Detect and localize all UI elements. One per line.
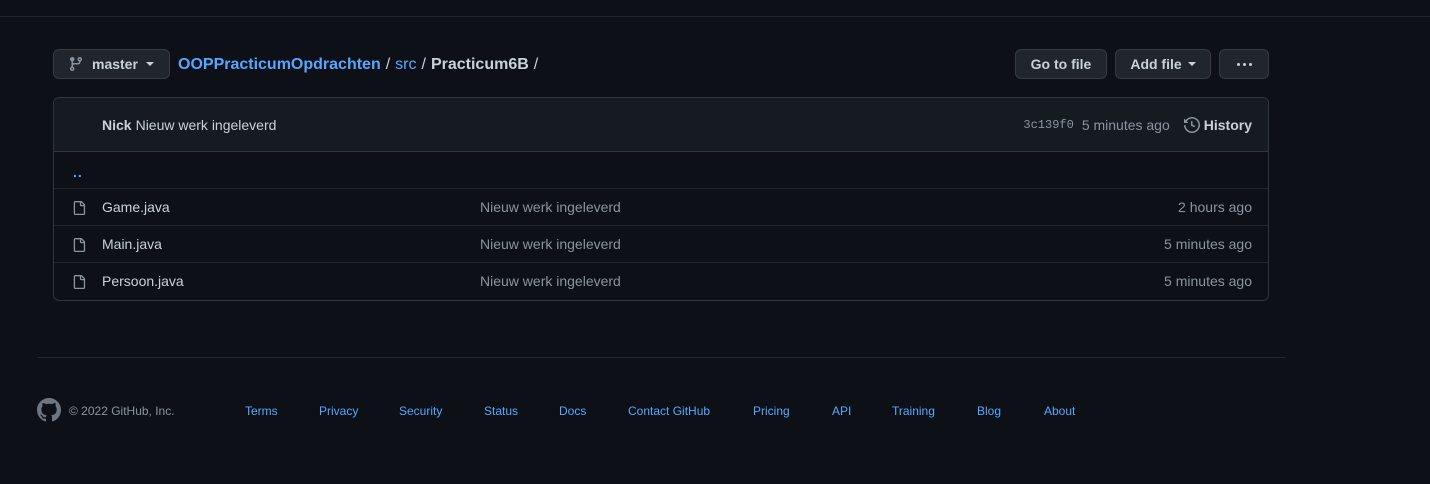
- breadcrumb-current-folder: Practicum6B: [430, 56, 529, 73]
- file-icon: [73, 275, 86, 289]
- file-name[interactable]: Persoon.java: [102, 273, 184, 289]
- footer-link-blog[interactable]: Blog: [977, 404, 1001, 418]
- file-age: 2 hours ago: [1178, 199, 1252, 215]
- table-row[interactable]: Persoon.java Nieuw werk ingeleverd 5 min…: [54, 262, 1268, 299]
- file-age: 5 minutes ago: [1164, 236, 1252, 252]
- footer-link-contact-github[interactable]: Contact GitHub: [628, 404, 710, 418]
- file-navigation: master OOPPracticumOpdrachten / src / Pr…: [53, 49, 1269, 81]
- branch-select-button[interactable]: master: [53, 49, 170, 79]
- file-name[interactable]: Main.java: [102, 236, 162, 252]
- file-icon: [73, 238, 86, 252]
- file-name[interactable]: Game.java: [102, 199, 170, 215]
- footer-link-training[interactable]: Training: [892, 404, 935, 418]
- table-row[interactable]: Main.java Nieuw werk ingeleverd 5 minute…: [54, 225, 1268, 262]
- github-logo-icon[interactable]: [37, 398, 61, 422]
- branch-label: master: [92, 56, 138, 72]
- history-link[interactable]: History: [1183, 117, 1252, 133]
- copyright-text: © 2022 GitHub, Inc.: [69, 404, 175, 418]
- file-commit-message[interactable]: Nieuw werk ingeleverd: [480, 236, 621, 252]
- history-label: History: [1203, 117, 1252, 133]
- chevron-down-icon: [1187, 62, 1196, 66]
- kebab-horizontal-icon: [1236, 62, 1252, 66]
- header-divider: [0, 16, 1430, 17]
- breadcrumb-repo-link[interactable]: OOPPracticumOpdrachten: [178, 56, 381, 74]
- breadcrumb-src-link[interactable]: src: [395, 56, 416, 74]
- history-icon: [1183, 117, 1200, 133]
- go-to-file-button[interactable]: Go to file: [1015, 49, 1107, 79]
- commit-time: 5 minutes ago: [1081, 117, 1170, 133]
- footer-link-privacy[interactable]: Privacy: [319, 404, 358, 418]
- breadcrumb: OOPPracticumOpdrachten / src / Practicum…: [178, 49, 543, 81]
- go-to-file-label: Go to file: [1030, 56, 1092, 72]
- file-commit-message[interactable]: Nieuw werk ingeleverd: [480, 273, 621, 289]
- chevron-down-icon: [145, 62, 154, 66]
- commit-summary: Nick Nieuw werk ingeleverd: [102, 98, 276, 152]
- table-row[interactable]: Game.java Nieuw werk ingeleverd 2 hours …: [54, 188, 1268, 225]
- footer-link-docs[interactable]: Docs: [559, 404, 586, 418]
- file-icon: [73, 201, 86, 215]
- footer-link-api[interactable]: API: [832, 404, 851, 418]
- breadcrumb-separator: /: [385, 56, 391, 73]
- footer-divider: [37, 357, 1285, 358]
- parent-directory-link[interactable]: ..: [73, 164, 83, 180]
- footer-link-pricing[interactable]: Pricing: [753, 404, 790, 418]
- more-options-button[interactable]: [1219, 49, 1269, 79]
- file-browser: Nick Nieuw werk ingeleverd 3c139f0 5 min…: [53, 97, 1269, 301]
- commit-meta: 3c139f0 5 minutes ago History: [1023, 98, 1252, 152]
- site-footer: © 2022 GitHub, Inc. Terms Privacy Securi…: [37, 398, 1285, 424]
- commit-message[interactable]: Nieuw werk ingeleverd: [136, 117, 277, 133]
- file-age: 5 minutes ago: [1164, 273, 1252, 289]
- parent-directory-row[interactable]: ..: [54, 152, 1268, 188]
- footer-link-terms[interactable]: Terms: [245, 404, 278, 418]
- footer-link-about[interactable]: About: [1044, 404, 1075, 418]
- git-branch-icon: [69, 57, 82, 72]
- footer-link-status[interactable]: Status: [484, 404, 518, 418]
- file-commit-message[interactable]: Nieuw werk ingeleverd: [480, 199, 621, 215]
- breadcrumb-separator: /: [421, 56, 426, 73]
- commit-author[interactable]: Nick: [102, 117, 132, 133]
- add-file-label: Add file: [1130, 56, 1182, 72]
- add-file-button[interactable]: Add file: [1115, 49, 1211, 79]
- breadcrumb-separator: /: [533, 56, 539, 73]
- commit-sha[interactable]: 3c139f0: [1023, 118, 1073, 132]
- latest-commit-bar: Nick Nieuw werk ingeleverd 3c139f0 5 min…: [54, 98, 1268, 152]
- footer-link-security[interactable]: Security: [399, 404, 442, 418]
